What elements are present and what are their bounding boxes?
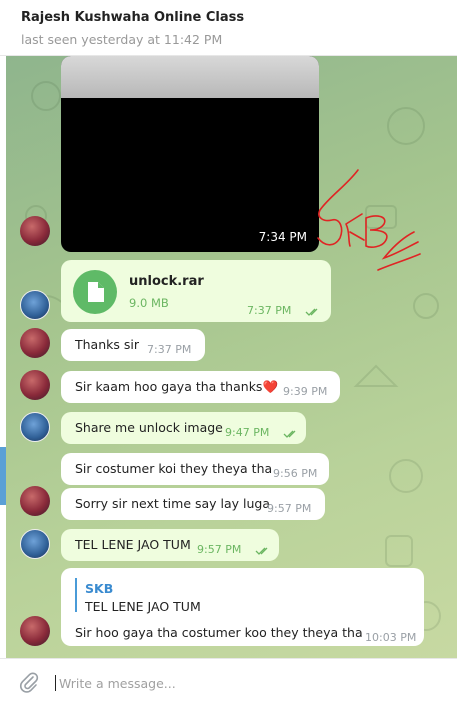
message-bubble[interactable]: Sir kaam hoo gaya tha thanks❤️ 9:39 PM <box>61 371 340 403</box>
message-time: 7:34 PM <box>258 230 307 244</box>
message-time: 10:03 PM <box>365 631 417 644</box>
last-seen-status: last seen yesterday at 11:42 PM <box>21 32 223 47</box>
message-bubble[interactable]: Sorry sir next time say lay luga 9:57 PM <box>61 488 325 520</box>
file-size: 9.0 MB <box>129 296 169 310</box>
chat-header[interactable]: Rajesh Kushwaha Online Class last seen y… <box>0 0 457 56</box>
avatar[interactable] <box>20 328 50 358</box>
reply-author[interactable]: SKB <box>85 581 113 596</box>
message-text: Sir hoo gaya tha costumer koo they theya… <box>75 625 363 640</box>
avatar[interactable] <box>20 616 50 646</box>
message-time: 9:57 PM <box>197 543 242 556</box>
message-time: 9:57 PM <box>267 502 312 515</box>
avatar[interactable] <box>20 529 50 559</box>
message-text: Sir costumer koi they theya tha <box>75 461 273 476</box>
read-checkmarks-icon <box>255 547 268 555</box>
file-message[interactable]: unlock.rar 9.0 MB 7:37 PM <box>61 260 331 322</box>
message-composer <box>0 658 457 703</box>
file-name[interactable]: unlock.rar <box>129 274 204 289</box>
message-time: 7:37 PM <box>147 343 192 356</box>
unread-indicator <box>0 447 6 505</box>
message-bubble[interactable]: Sir costumer koi they theya tha 9:56 PM <box>61 453 329 485</box>
reply-message[interactable]: SKB TEL LENE JAO TUM Sir hoo gaya tha co… <box>61 568 424 646</box>
message-time: 9:47 PM <box>225 426 270 439</box>
message-text: Sorry sir next time say lay luga <box>75 496 271 511</box>
message-text: Thanks sir <box>75 337 139 352</box>
read-checkmarks-icon <box>305 308 318 316</box>
reply-quoted-text[interactable]: TEL LENE JAO TUM <box>85 599 201 614</box>
media-preview-image <box>61 56 319 98</box>
reply-quote-bar <box>75 578 77 612</box>
avatar[interactable] <box>20 412 50 442</box>
message-bubble[interactable]: Share me unlock image 9:47 PM <box>61 412 306 444</box>
read-checkmarks-icon <box>283 430 296 438</box>
file-icon <box>88 282 104 302</box>
message-text: Share me unlock image <box>75 420 223 435</box>
message-bubble[interactable]: TEL LENE JAO TUM 9:57 PM <box>61 529 279 561</box>
message-time: 9:56 PM <box>273 467 318 480</box>
chat-history[interactable]: 7:34 PM unlock.rar 9.0 MB 7:37 PM Thanks… <box>6 56 457 658</box>
message-time: 7:37 PM <box>247 304 292 317</box>
attach-icon[interactable] <box>18 671 40 693</box>
avatar[interactable] <box>20 290 50 320</box>
avatar[interactable] <box>20 216 50 246</box>
avatar[interactable] <box>20 486 50 516</box>
media-message[interactable]: 7:34 PM <box>61 56 319 252</box>
file-download-button[interactable] <box>73 270 117 314</box>
text-cursor <box>55 675 56 691</box>
message-input[interactable] <box>59 672 439 694</box>
message-bubble[interactable]: Thanks sir 7:37 PM <box>61 329 205 361</box>
avatar[interactable] <box>20 370 50 400</box>
message-time: 9:39 PM <box>283 385 328 398</box>
message-text: TEL LENE JAO TUM <box>75 537 191 552</box>
chat-title[interactable]: Rajesh Kushwaha Online Class <box>21 10 244 25</box>
message-text: Sir kaam hoo gaya tha thanks❤️ <box>75 379 279 394</box>
